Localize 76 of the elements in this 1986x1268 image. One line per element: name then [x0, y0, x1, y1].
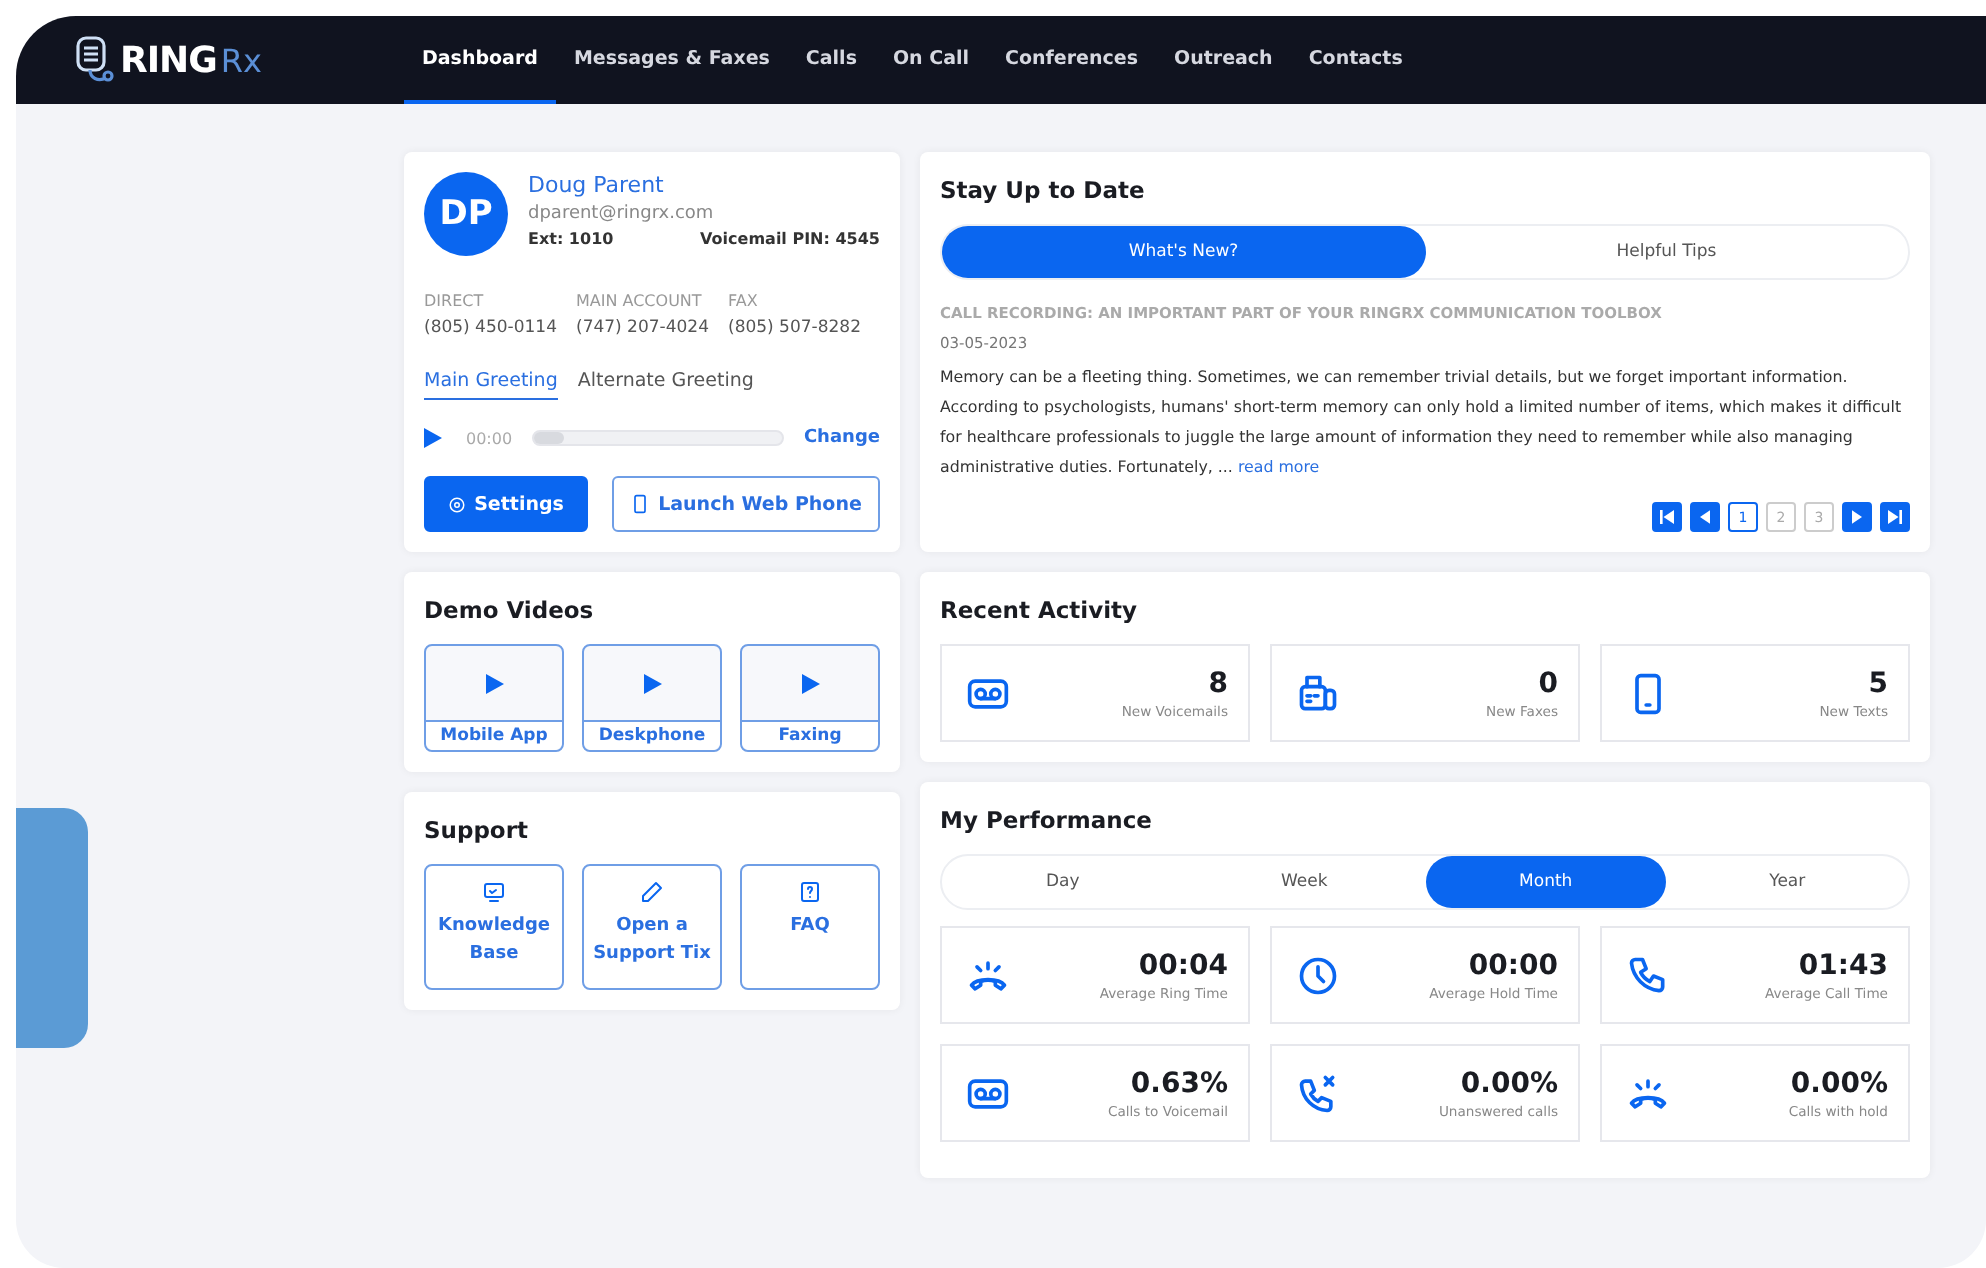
- first-page-button[interactable]: [1652, 502, 1682, 532]
- support-tile[interactable]: Knowledge Base: [424, 864, 564, 990]
- extension: Ext: 1010: [528, 230, 614, 248]
- greeting-tab[interactable]: Main Greeting: [424, 370, 558, 400]
- play-icon: [485, 673, 503, 693]
- last-page-icon: [1888, 510, 1902, 524]
- playback-time: 00:00: [466, 429, 513, 447]
- video-tile[interactable]: Faxing: [740, 644, 880, 752]
- stat-value: 00:00: [1468, 949, 1558, 981]
- stat-value: 00:04: [1138, 949, 1228, 981]
- nav-tab[interactable]: Calls: [787, 16, 875, 104]
- stat-value: 0.63%: [1130, 1067, 1228, 1099]
- last-page-button[interactable]: [1880, 502, 1910, 532]
- card-title: Stay Up to Date: [940, 176, 1147, 204]
- card-title: Support: [424, 816, 531, 844]
- number-label: FAX: [728, 292, 760, 310]
- change-link[interactable]: Change: [803, 428, 880, 448]
- question-icon: [798, 880, 822, 904]
- period-tab[interactable]: Year: [1666, 856, 1908, 908]
- next-icon: [1852, 510, 1862, 524]
- phone-number: (805) 507-8282: [728, 318, 863, 338]
- progress-track[interactable]: [532, 430, 784, 446]
- nav-tab[interactable]: Conferences: [987, 16, 1156, 104]
- nav-tab[interactable]: Messages & Faxes: [555, 16, 788, 104]
- settings-button[interactable]: Settings: [424, 476, 588, 532]
- play-icon: [424, 428, 442, 448]
- number-label: MAIN ACCOUNT: [576, 292, 704, 310]
- nav-tab[interactable]: On Call: [874, 16, 988, 104]
- pencil-icon: [640, 880, 664, 904]
- user-email: dparent@ringrx.com: [528, 204, 716, 224]
- fax-icon: [1296, 671, 1340, 715]
- play-icon: [801, 673, 819, 693]
- video-tile[interactable]: Deskphone: [582, 644, 722, 752]
- previous-icon: [1700, 510, 1710, 524]
- settings-icon: [448, 495, 467, 513]
- logo-suffix: Rx: [220, 41, 262, 79]
- period-tab[interactable]: Week: [1183, 856, 1425, 908]
- support-tile[interactable]: Open a Support Tix: [582, 864, 722, 990]
- monitor-icon: [482, 880, 506, 904]
- logo-icon: [72, 34, 116, 86]
- nav-tab[interactable]: Dashboard: [404, 16, 556, 104]
- nav-tab[interactable]: Outreach: [1156, 16, 1291, 104]
- first-page-icon: [1660, 510, 1674, 524]
- activity-count: 0: [1538, 667, 1558, 699]
- play-button[interactable]: [424, 428, 442, 448]
- news-tab[interactable]: What's New?: [942, 226, 1425, 278]
- card-title: Recent Activity: [940, 596, 1140, 624]
- number-label: DIRECT: [424, 292, 486, 310]
- logo-text: RING: [120, 39, 217, 81]
- avatar: DP: [424, 172, 508, 256]
- user-name: Doug Parent: [528, 172, 666, 198]
- missed-call-icon: [1296, 1071, 1340, 1115]
- card-title: My Performance: [940, 806, 1154, 834]
- phone-number: (747) 207-4024: [576, 318, 711, 338]
- greeting-tab[interactable]: Alternate Greeting: [577, 370, 754, 400]
- launch-web-phone-button[interactable]: Launch Web Phone: [612, 476, 880, 532]
- next-page-button[interactable]: [1842, 502, 1872, 532]
- mobile-phone-icon: [630, 494, 651, 514]
- video-tile[interactable]: Mobile App: [424, 644, 564, 752]
- phone-number: (805) 450-0114: [424, 318, 559, 338]
- period-tab[interactable]: Day: [942, 856, 1184, 908]
- phone-icon: [1626, 953, 1670, 997]
- nav-tab[interactable]: Contacts: [1290, 16, 1421, 104]
- activity-count: 8: [1208, 667, 1228, 699]
- voicemail-pin: Voicemail PIN: 4545: [700, 230, 880, 248]
- stat-value: 0.00%: [1460, 1067, 1558, 1099]
- clock-icon: [1296, 953, 1340, 997]
- previous-page-button[interactable]: [1690, 502, 1720, 532]
- play-icon: [643, 673, 661, 693]
- activity-count: 5: [1868, 667, 1888, 699]
- stat-value: 0.00%: [1790, 1067, 1888, 1099]
- period-tab[interactable]: Month: [1425, 856, 1667, 908]
- card-title: Demo Videos: [424, 596, 596, 624]
- support-tile[interactable]: FAQ: [740, 864, 880, 990]
- news-tab[interactable]: Helpful Tips: [1425, 226, 1908, 278]
- stat-value: 01:43: [1798, 949, 1888, 981]
